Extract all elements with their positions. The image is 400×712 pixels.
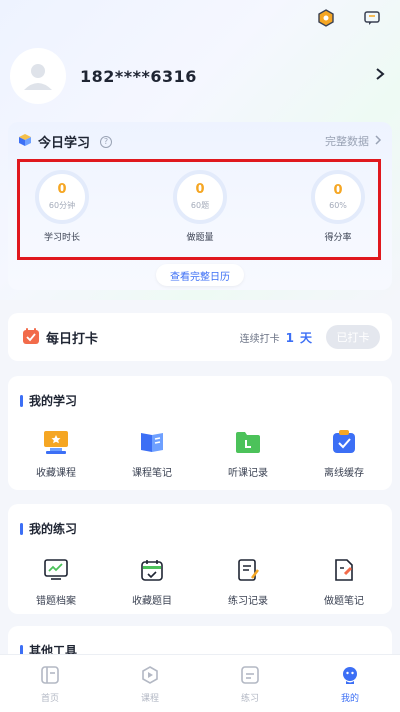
listen-record-icon — [234, 428, 262, 456]
top-actions — [316, 8, 382, 28]
tab-label: 首页 — [40, 694, 59, 704]
bottom-tab-bar: 首页 课程 练习 我的 — [0, 654, 400, 712]
help-icon[interactable]: ? — [100, 135, 113, 148]
tile-label: 离线缓存 — [324, 468, 364, 479]
tile-label: 听课记录 — [228, 468, 268, 479]
my-practice-title: 我的练习 — [29, 522, 78, 536]
tab-label: 练习 — [240, 694, 259, 704]
my-practice-header: 我的练习 — [20, 520, 77, 537]
view-calendar-button[interactable]: 查看完整日历 — [156, 264, 244, 286]
tab-practice[interactable]: 练习 — [200, 655, 300, 712]
course-notes-item[interactable]: 课程笔记 — [104, 428, 200, 479]
user-phone: 182****6316 — [80, 66, 197, 86]
highlight-box — [17, 159, 381, 260]
user-avatar-icon[interactable] — [10, 48, 66, 104]
favorite-course-icon — [42, 428, 70, 456]
tile-label: 课程笔记 — [132, 468, 172, 479]
course-notes-icon — [138, 428, 166, 456]
cube-icon — [18, 132, 32, 151]
offline-cache-item[interactable]: 离线缓存 — [296, 428, 392, 479]
calendar-check-icon — [22, 327, 40, 349]
tab-home[interactable]: 首页 — [0, 655, 100, 712]
today-study-title: 今日学习 — [38, 136, 91, 151]
daily-checkin-card: 每日打卡 连续打卡 1 天 已打卡 — [8, 313, 392, 361]
tile-label: 做题笔记 — [324, 596, 364, 607]
full-data-label: 完整数据 — [325, 135, 369, 148]
tile-label: 错题档案 — [36, 596, 76, 607]
message-icon[interactable] — [362, 8, 382, 28]
listen-record-item[interactable]: 听课记录 — [200, 428, 296, 479]
section-bar — [20, 394, 23, 407]
tile-label: 收藏课程 — [36, 468, 76, 479]
checkin-streak: 连续打卡 1 天 — [240, 329, 312, 346]
profile-row[interactable]: 182****6316 — [10, 44, 390, 108]
my-study-header: 我的学习 — [20, 392, 77, 409]
checkin-title: 每日打卡 — [46, 332, 99, 347]
practice-record-item[interactable]: 练习记录 — [200, 556, 296, 607]
tile-label: 收藏题目 — [132, 596, 172, 607]
home-icon — [40, 665, 60, 685]
question-notes-icon — [330, 556, 358, 584]
my-study-card: 我的学习 收藏课程 课程笔记 听课记录 离线缓存 — [8, 376, 392, 490]
question-notes-item[interactable]: 做题笔记 — [296, 556, 392, 607]
today-study-header: 今日学习 ? — [18, 132, 113, 151]
streak-prefix: 连续打卡 — [239, 334, 280, 345]
full-data-link[interactable]: 完整数据 — [325, 133, 382, 149]
tab-label: 课程 — [140, 694, 159, 704]
favorite-questions-icon — [138, 556, 166, 584]
wrong-questions-icon — [42, 556, 70, 584]
my-practice-card: 我的练习 错题档案 收藏题目 练习记录 做题笔记 — [8, 504, 392, 614]
wrong-questions-item[interactable]: 错题档案 — [8, 556, 104, 607]
favorite-course-item[interactable]: 收藏课程 — [8, 428, 104, 479]
streak-unit: 天 — [299, 331, 312, 345]
tab-mine[interactable]: 我的 — [300, 655, 400, 712]
course-play-icon — [140, 665, 160, 685]
tab-label: 我的 — [340, 694, 359, 704]
favorite-questions-item[interactable]: 收藏题目 — [104, 556, 200, 607]
checked-in-button[interactable]: 已打卡 — [326, 325, 380, 349]
tile-label: 练习记录 — [228, 596, 268, 607]
offline-cache-icon — [330, 428, 358, 456]
practice-icon — [240, 665, 260, 685]
streak-count: 1 — [285, 331, 294, 345]
my-study-title: 我的学习 — [29, 394, 78, 408]
chevron-right-icon — [375, 134, 382, 148]
practice-record-icon — [234, 556, 262, 584]
profile-icon — [340, 665, 360, 685]
section-bar — [20, 522, 23, 535]
hexagon-badge-icon[interactable] — [316, 8, 336, 28]
tab-course[interactable]: 课程 — [100, 655, 200, 712]
chevron-right-icon[interactable] — [374, 66, 386, 85]
